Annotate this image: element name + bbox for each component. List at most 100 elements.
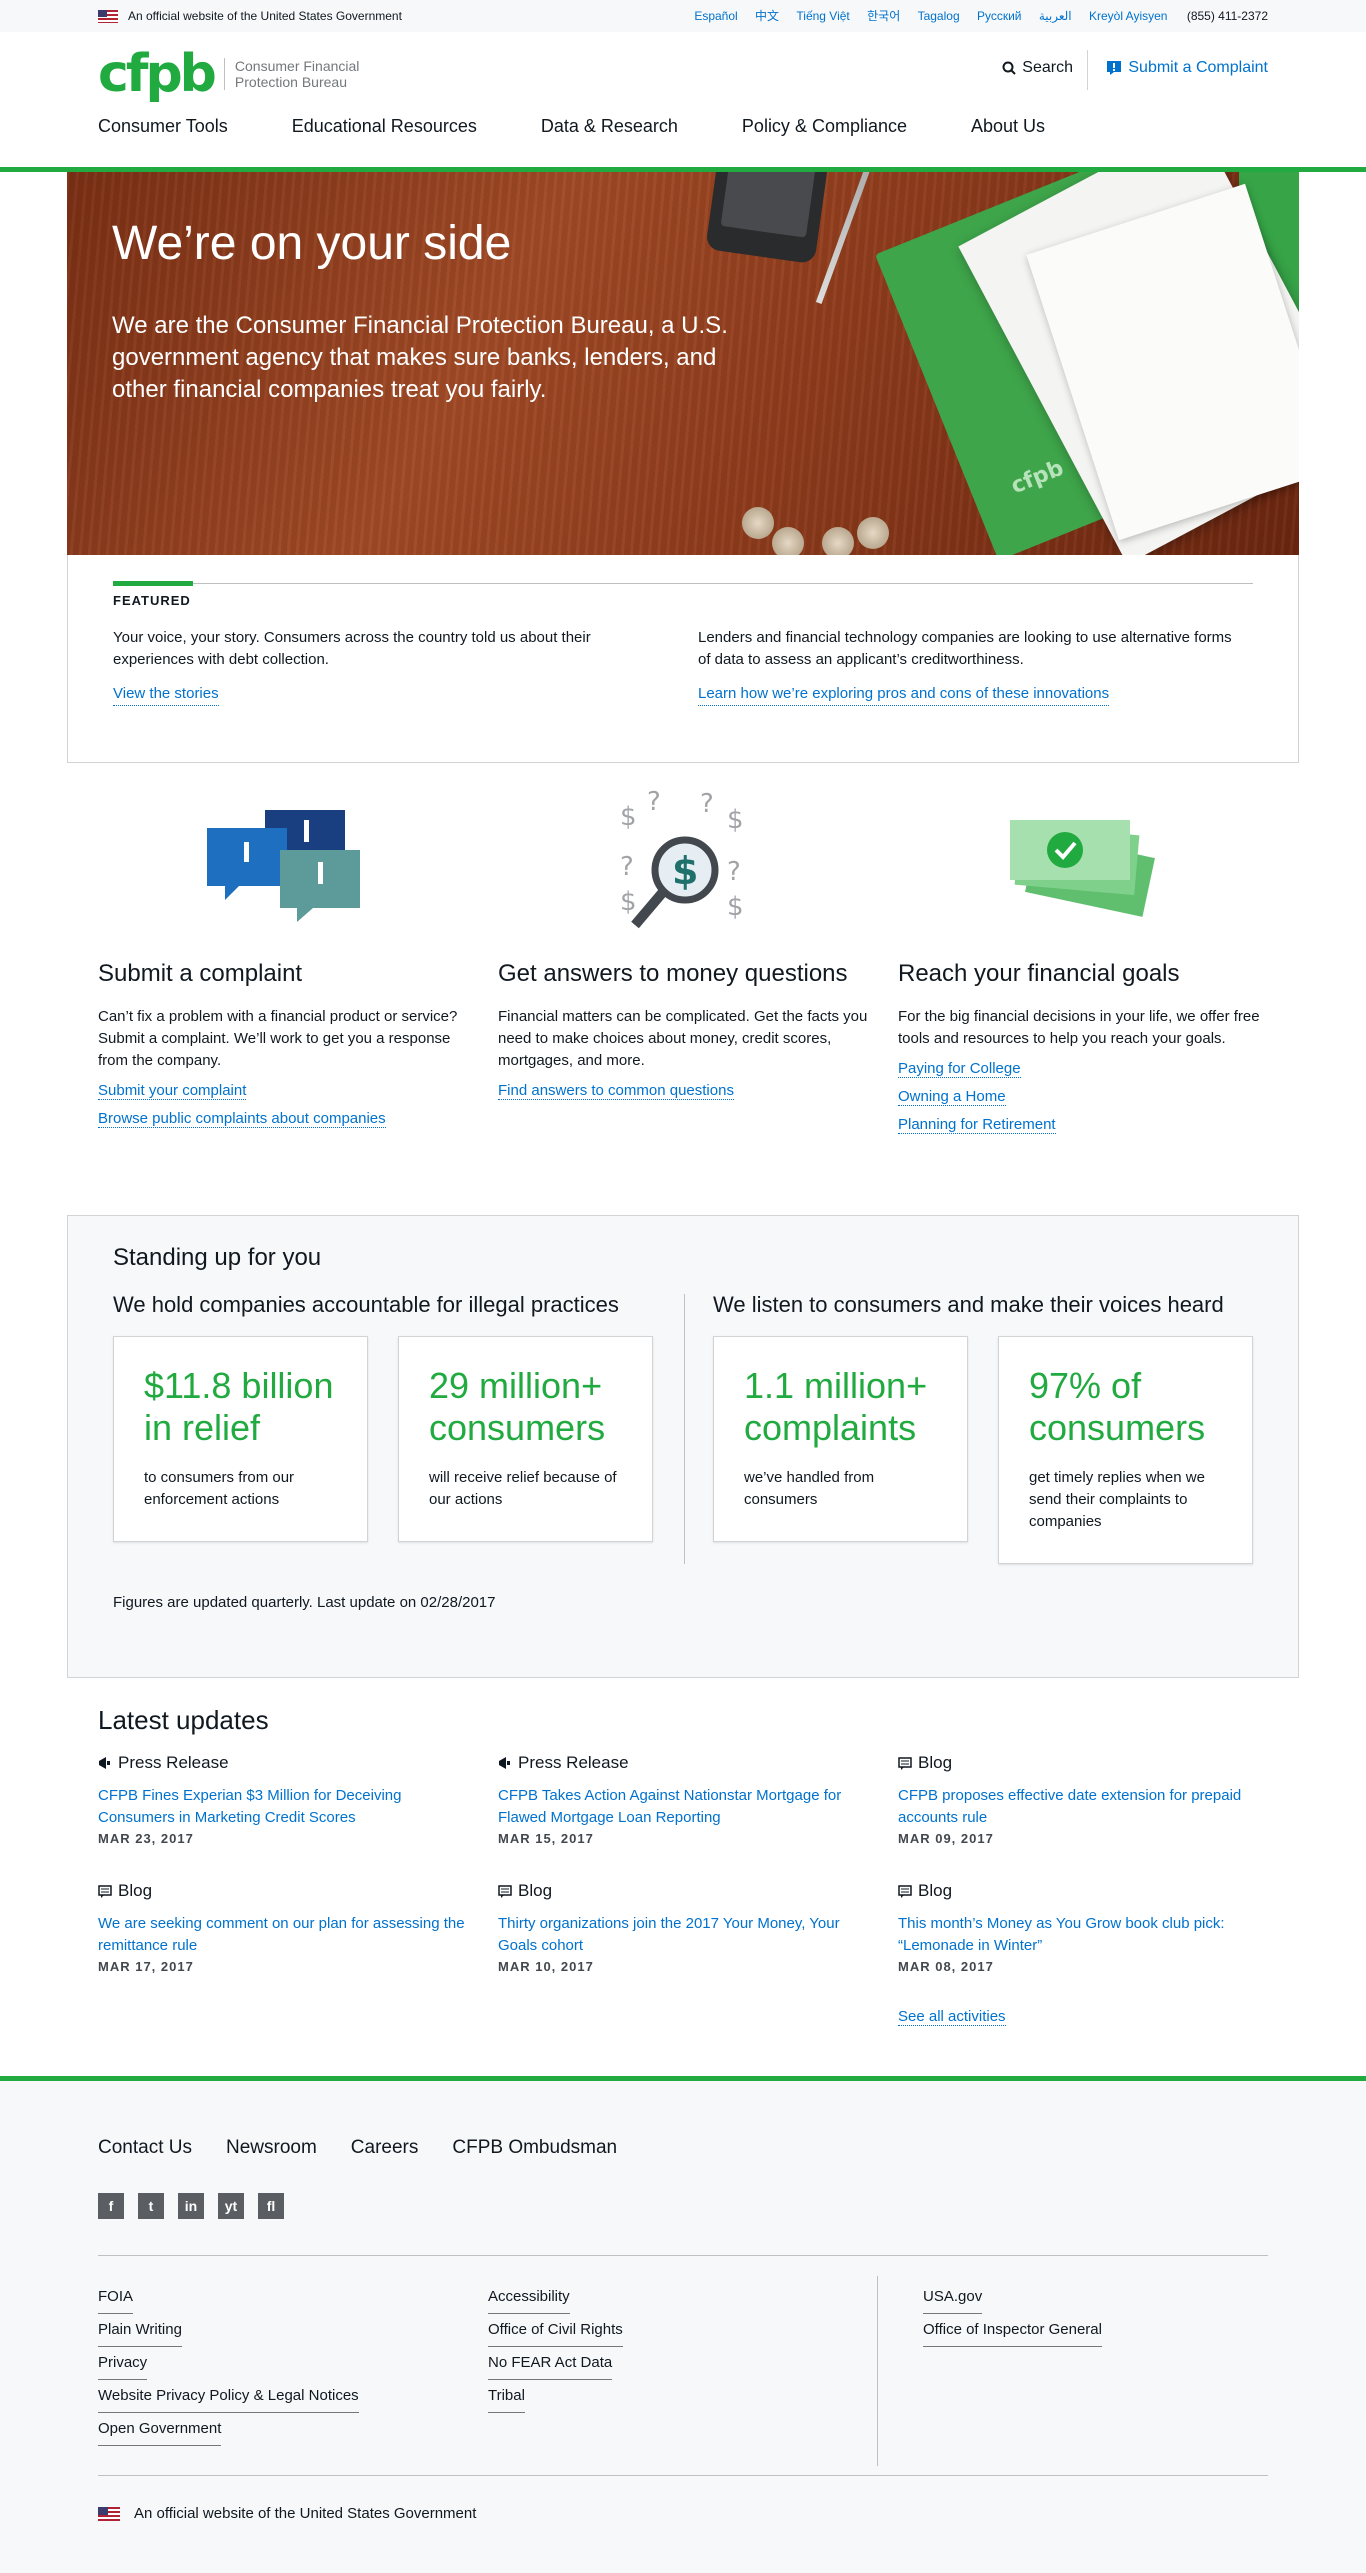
stat-value: 29 million+ consumers	[429, 1365, 606, 1448]
nav-policy-compliance[interactable]: Policy & Compliance	[742, 116, 907, 137]
magnifier-question-icon: $? ? $ ? ? $ $ $	[620, 790, 744, 929]
money-checkmark-icon	[1010, 820, 1155, 917]
submit-complaint-cta[interactable]: Submit your complaint	[98, 1082, 247, 1100]
blog-icon	[898, 1884, 912, 1898]
logo-mark: cfpb	[98, 44, 217, 104]
lang-link-ht[interactable]: Kreyòl Ayisyen	[1089, 9, 1168, 23]
view-stories-link[interactable]: View the stories	[113, 683, 219, 706]
update-title-link[interactable]: This month’s Money as You Grow book club…	[898, 1915, 1225, 1954]
featured-item: Lenders and financial technology compani…	[698, 627, 1238, 706]
update-date: MAR 17, 2017	[98, 1959, 194, 1974]
nav-data-research[interactable]: Data & Research	[541, 116, 678, 137]
featured-section: FEATURED Your voice, your story. Consume…	[67, 555, 1299, 763]
update-title-link[interactable]: CFPB Takes Action Against Nationstar Mor…	[498, 1787, 841, 1826]
footer-newsroom[interactable]: Newsroom	[226, 2137, 317, 2159]
civil-rights-link[interactable]: Office of Civil Rights	[488, 2314, 623, 2347]
complaint-bubbles-icon	[207, 810, 360, 922]
site-header: cfpb Consumer Financial Protection Bureau…	[0, 32, 1366, 172]
svg-text:$: $	[620, 887, 637, 917]
inspector-general-link[interactable]: Office of Inspector General	[923, 2314, 1102, 2347]
service-text: Financial matters can be complicated. Ge…	[498, 1008, 868, 1069]
footer-ombudsman[interactable]: CFPB Ombudsman	[452, 2137, 617, 2159]
footer-divider	[877, 2276, 878, 2466]
paying-college-link[interactable]: Paying for College	[898, 1060, 1021, 1078]
svg-text:?: ?	[647, 790, 661, 817]
service-goals: Reach your financial goals For the big f…	[898, 958, 1268, 1144]
lang-link-vi[interactable]: Tiếng Việt	[796, 9, 849, 23]
browse-complaints-link[interactable]: Browse public complaints about companies	[98, 1110, 386, 1128]
svg-text:?: ?	[700, 790, 714, 819]
search-button[interactable]: Search	[1002, 59, 1073, 77]
privacy-policy-link[interactable]: Website Privacy Policy & Legal Notices	[98, 2380, 359, 2413]
update-category: Blog	[898, 1753, 1278, 1773]
accessibility-link[interactable]: Accessibility	[488, 2281, 570, 2314]
youtube-icon[interactable]: yt	[218, 2193, 244, 2219]
open-government-link[interactable]: Open Government	[98, 2413, 222, 2446]
hero-title: We’re on your side	[112, 217, 512, 270]
find-answers-link[interactable]: Find answers to common questions	[498, 1082, 734, 1100]
nav-consumer-tools[interactable]: Consumer Tools	[98, 116, 228, 137]
plain-writing-link[interactable]: Plain Writing	[98, 2314, 182, 2347]
update-title-link[interactable]: CFPB proposes effective date extension f…	[898, 1787, 1241, 1826]
footer-links-col3: USA.gov Office of Inspector General	[923, 2281, 1102, 2347]
usa-gov-link[interactable]: USA.gov	[923, 2281, 983, 2314]
featured-text: Lenders and financial technology compani…	[698, 629, 1232, 668]
stat-card: 97% of consumers get timely replies when…	[998, 1336, 1253, 1564]
svg-text:?: ?	[727, 857, 741, 887]
update-item: Press Release CFPB Fines Experian $3 Mil…	[98, 1753, 478, 1846]
standing-divider	[684, 1294, 685, 1564]
footer-official: An official website of the United States…	[98, 2505, 476, 2522]
stat-value: 97% of consumers	[1029, 1365, 1206, 1448]
featured-accent	[113, 581, 193, 586]
nav-about-us[interactable]: About Us	[971, 116, 1045, 137]
lang-link-ru[interactable]: Русский	[977, 9, 1022, 23]
footer-careers[interactable]: Careers	[351, 2137, 419, 2159]
linkedin-icon[interactable]: in	[178, 2193, 204, 2219]
update-title-link[interactable]: We are seeking comment on our plan for a…	[98, 1915, 465, 1954]
official-site-text: An official website of the United States…	[128, 9, 402, 23]
lang-link-es[interactable]: Español	[694, 9, 737, 23]
featured-text: Your voice, your story. Consumers across…	[113, 629, 591, 668]
logo-name: Consumer Financial Protection Bureau	[223, 58, 359, 90]
stat-caption: to consumers from our enforcement action…	[144, 1469, 295, 1508]
facebook-icon[interactable]: f	[98, 2193, 124, 2219]
submit-complaint-label: Submit a Complaint	[1128, 59, 1268, 76]
twitter-icon[interactable]: t	[138, 2193, 164, 2219]
service-complaint: Submit a complaint Can’t fix a problem w…	[98, 958, 468, 1138]
footer-links-col2: Accessibility Office of Civil Rights No …	[488, 2281, 623, 2413]
see-all-activities-link[interactable]: See all activities	[898, 2008, 1006, 2026]
planning-retirement-link[interactable]: Planning for Retirement	[898, 1116, 1056, 1134]
alt-data-link[interactable]: Learn how we’re exploring pros and cons …	[698, 683, 1110, 706]
no-fear-link[interactable]: No FEAR Act Data	[488, 2347, 613, 2380]
tribal-link[interactable]: Tribal	[488, 2380, 525, 2413]
owning-home-link[interactable]: Owning a Home	[898, 1088, 1006, 1106]
update-date: MAR 15, 2017	[498, 1831, 594, 1846]
stat-card: 1.1 million+ complaints we’ve handled fr…	[713, 1336, 968, 1542]
foia-link[interactable]: FOIA	[98, 2281, 134, 2314]
megaphone-icon	[99, 1757, 110, 1769]
lang-link-zh[interactable]: 中文	[755, 9, 779, 23]
submit-complaint-link[interactable]: Submit a Complaint	[1106, 59, 1268, 77]
service-title: Get answers to money questions	[498, 960, 848, 987]
update-item: Blog CFPB proposes effective date extens…	[898, 1753, 1278, 1846]
lang-link-ko[interactable]: 한국어	[867, 9, 900, 23]
lang-link-tl[interactable]: Tagalog	[918, 9, 960, 23]
svg-text:$: $	[727, 805, 744, 835]
service-answers: Get answers to money questions Financial…	[498, 958, 868, 1110]
lang-link-ar[interactable]: العربية	[1039, 9, 1072, 23]
update-category: Blog	[98, 1881, 478, 1901]
nav-educational-resources[interactable]: Educational Resources	[292, 116, 477, 137]
update-title-link[interactable]: CFPB Fines Experian $3 Million for Decei…	[98, 1787, 401, 1826]
update-title-link[interactable]: Thirty organizations join the 2017 Your …	[498, 1915, 840, 1954]
footer-contact-us[interactable]: Contact Us	[98, 2137, 192, 2159]
svg-text:$: $	[672, 849, 698, 893]
privacy-link[interactable]: Privacy	[98, 2347, 148, 2380]
flickr-icon[interactable]: fl	[258, 2193, 284, 2219]
update-item: Blog This month’s Money as You Grow book…	[898, 1881, 1278, 1974]
coin-image	[822, 527, 854, 555]
update-category: Press Release	[498, 1753, 878, 1773]
update-item: Blog Thirty organizations join the 2017 …	[498, 1881, 878, 1974]
site-footer: Contact Us Newsroom Careers CFPB Ombudsm…	[0, 2076, 1366, 2573]
cfpb-logo[interactable]: cfpb Consumer Financial Protection Bureau	[98, 46, 359, 102]
update-category: Blog	[898, 1881, 1278, 1901]
